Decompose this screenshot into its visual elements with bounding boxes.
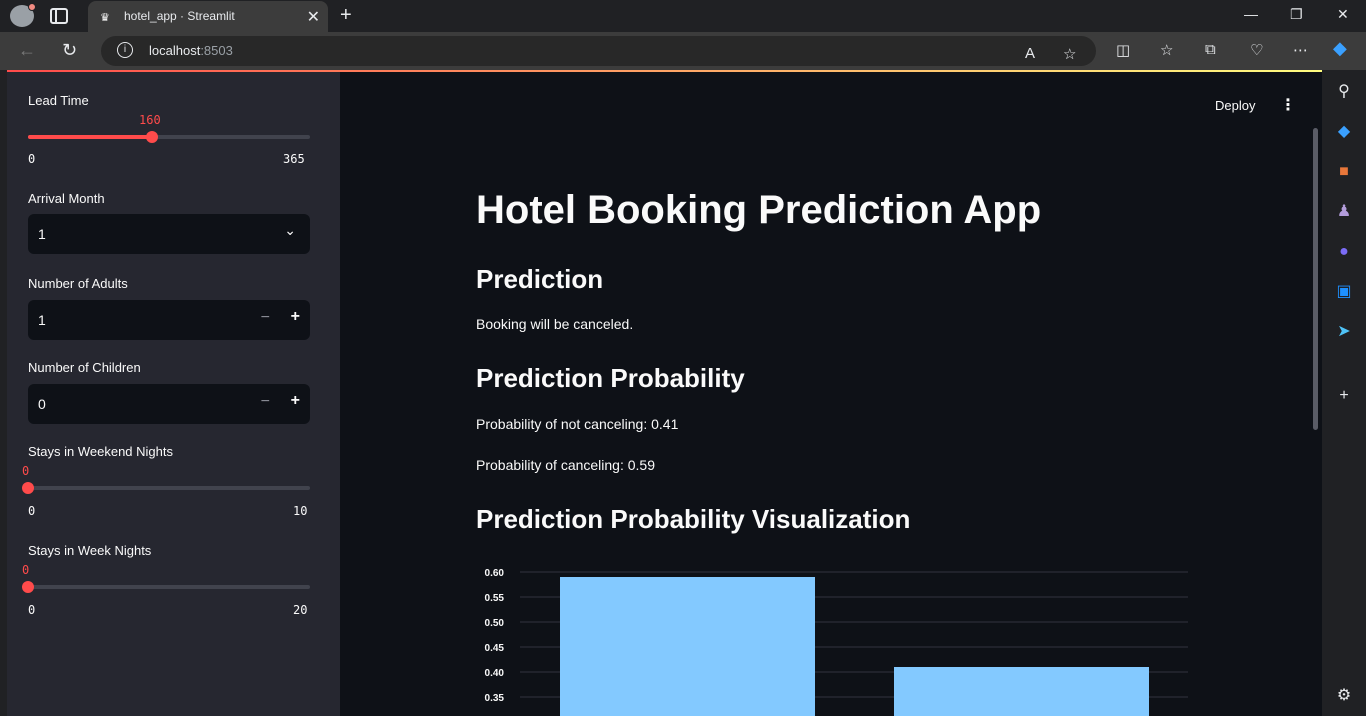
browser-tab-bar: ♛ hotel_app · Streamlit ✕ + — ❐ ✕ <box>0 0 1366 32</box>
lead-time-value: 160 <box>139 113 161 127</box>
browser-essentials-icon[interactable]: ♡ <box>1250 41 1263 59</box>
profile-avatar[interactable] <box>10 3 36 27</box>
week-nights-max: 20 <box>293 603 308 617</box>
minimize-icon[interactable]: — <box>1244 6 1258 22</box>
add-icon[interactable]: + <box>1334 386 1354 406</box>
children-label: Number of Children <box>28 360 141 375</box>
chart-y-tick-label: 0.45 <box>485 643 505 654</box>
increment-icon[interactable]: + <box>291 308 300 326</box>
read-aloud-icon[interactable]: A <box>1025 45 1035 62</box>
chart-bar[interactable] <box>560 577 815 716</box>
chart-y-tick-label: 0.35 <box>485 693 505 704</box>
main-content: Deploy ⋮ Hotel Booking Prediction App Pr… <box>340 70 1322 716</box>
send-icon[interactable]: ➤ <box>1334 322 1354 342</box>
week-nights-slider-thumb[interactable] <box>22 581 34 593</box>
outlook-icon[interactable]: ▣ <box>1334 282 1354 302</box>
increment-icon[interactable]: + <box>291 392 300 410</box>
chart-y-tick-label: 0.50 <box>485 618 505 629</box>
back-icon[interactable]: ← <box>18 40 36 61</box>
arrival-month-label: Arrival Month <box>28 191 105 206</box>
visualization-heading: Prediction Probability Visualization <box>476 504 911 534</box>
weekend-nights-label: Stays in Weekend Nights <box>28 444 173 459</box>
week-nights-min: 0 <box>28 603 36 617</box>
lead-time-label: Lead Time <box>28 93 89 108</box>
weekend-nights-max: 10 <box>293 504 308 518</box>
lead-time-slider-fill <box>28 135 152 139</box>
copilot-icon[interactable]: ◆ <box>1333 38 1347 59</box>
chart-bar[interactable] <box>894 667 1149 716</box>
children-number-input[interactable]: 0 − + <box>28 384 310 424</box>
arrival-month-select[interactable]: 1 ⌄ <box>28 214 310 254</box>
weekend-nights-min: 0 <box>28 504 36 518</box>
streamlit-crown-icon: ♛ <box>100 12 110 24</box>
prediction-heading: Prediction <box>476 264 604 294</box>
tab-title: hotel_app · Streamlit <box>124 9 235 23</box>
prob-not-cancel-text: Probability of not canceling: 0.41 <box>476 416 679 432</box>
close-window-icon[interactable]: ✕ <box>1337 6 1349 23</box>
tools-icon[interactable]: ■ <box>1334 162 1354 182</box>
probability-heading: Prediction Probability <box>476 363 745 393</box>
page-title: Hotel Booking Prediction App <box>476 188 1042 232</box>
probability-chart: 0.60 0.55 0.50 0.45 0.40 0.35 <box>468 556 1188 716</box>
decrement-icon[interactable]: − <box>261 309 270 327</box>
new-tab-icon[interactable]: + <box>340 4 352 27</box>
streamlit-app: Lead Time 160 0 365 Arrival Month 1 ⌄ Nu… <box>7 70 1322 716</box>
settings-gear-icon[interactable]: ⚙ <box>1334 686 1354 706</box>
probability-chart-svg: 0.60 0.55 0.50 0.45 0.40 0.35 <box>485 568 1188 716</box>
prob-cancel-text: Probability of canceling: 0.59 <box>476 457 655 473</box>
edge-sidebar: ⚲ ◆ ■ ♟ ● ▣ ➤ + ⚙ <box>1322 70 1366 716</box>
decrement-icon[interactable]: − <box>261 393 270 411</box>
week-nights-label: Stays in Week Nights <box>28 543 152 558</box>
sidebar: Lead Time 160 0 365 Arrival Month 1 ⌄ Nu… <box>7 72 340 716</box>
chart-y-tick-label: 0.40 <box>485 668 505 679</box>
refresh-icon[interactable]: ↻ <box>62 40 77 61</box>
deploy-button[interactable]: Deploy <box>1215 98 1255 113</box>
lead-time-slider-thumb[interactable] <box>145 131 158 143</box>
microsoft-365-icon[interactable]: ● <box>1334 242 1354 262</box>
lead-time-slider[interactable] <box>28 131 310 143</box>
url-bar[interactable]: i localhost:8503 A ☆ <box>101 36 1096 66</box>
week-nights-slider[interactable] <box>22 581 310 593</box>
children-value: 0 <box>38 396 46 412</box>
weekend-nights-slider-thumb[interactable] <box>22 482 34 494</box>
shopping-tag-icon[interactable]: ◆ <box>1334 122 1354 142</box>
weekend-nights-slider[interactable] <box>22 482 310 494</box>
adults-number-input[interactable]: 1 − + <box>28 300 310 340</box>
adults-value: 1 <box>38 312 46 328</box>
restore-icon[interactable]: ❐ <box>1290 6 1303 23</box>
lead-time-min: 0 <box>28 152 36 166</box>
games-icon[interactable]: ♟ <box>1334 202 1354 222</box>
tab-actions-icon[interactable] <box>50 8 68 24</box>
favorite-star-icon[interactable]: ☆ <box>1063 45 1076 63</box>
url-text: localhost:8503 <box>149 43 233 58</box>
chevron-down-icon: ⌄ <box>284 222 296 238</box>
site-info-icon[interactable]: i <box>117 42 133 58</box>
address-toolbar: ← ↻ i localhost:8503 A ☆ ◫ ☆ ⧉ ♡ ⋯ ◆ <box>0 32 1366 70</box>
collections-icon[interactable]: ⧉ <box>1205 41 1216 58</box>
more-menu-icon[interactable]: ⋯ <box>1293 41 1308 59</box>
adults-label: Number of Adults <box>28 276 128 291</box>
split-screen-icon[interactable]: ◫ <box>1116 41 1130 59</box>
prediction-text: Booking will be canceled. <box>476 316 634 332</box>
chart-y-tick-label: 0.55 <box>485 593 505 604</box>
tab-close-icon[interactable]: ✕ <box>307 7 320 27</box>
notification-dot <box>28 3 36 11</box>
search-icon[interactable]: ⚲ <box>1334 82 1354 102</box>
week-nights-value: 0 <box>22 563 30 577</box>
chart-y-tick-label: 0.60 <box>485 568 505 579</box>
favorites-icon[interactable]: ☆ <box>1160 41 1173 59</box>
arrival-month-value: 1 <box>38 226 46 242</box>
lead-time-max: 365 <box>283 152 305 166</box>
scrollbar[interactable] <box>1313 128 1318 430</box>
main-menu-icon[interactable]: ⋮ <box>1280 95 1296 115</box>
weekend-nights-value: 0 <box>22 464 30 478</box>
browser-tab[interactable]: ♛ hotel_app · Streamlit ✕ <box>88 1 328 32</box>
